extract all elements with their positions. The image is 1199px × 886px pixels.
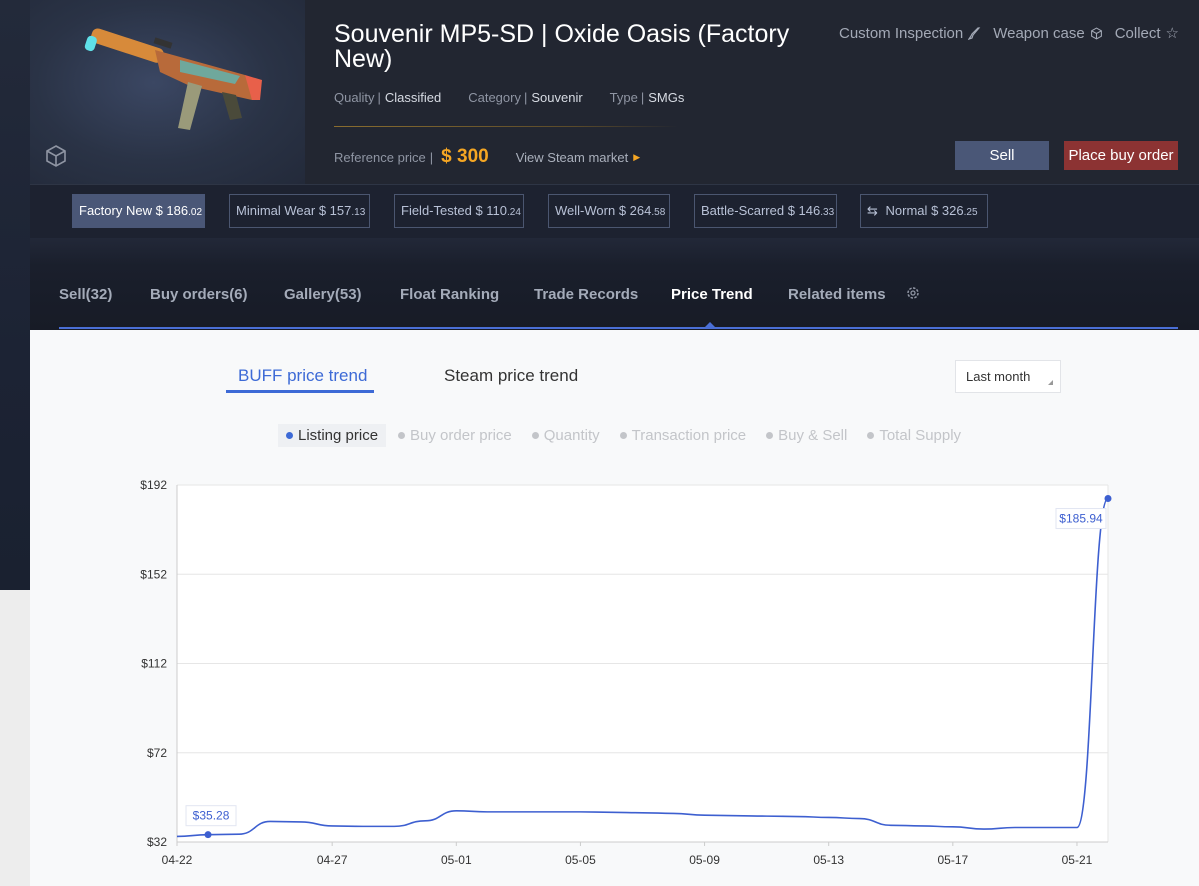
data-label: $35.28 — [193, 809, 230, 823]
data-label: $185.94 — [1059, 512, 1103, 526]
data-point — [204, 831, 212, 839]
data-point — [1104, 495, 1112, 503]
x-tick-label: 05-09 — [689, 853, 720, 867]
price-trend-chart[interactable]: $32 $72 $112 $152 $192 04-22 04-27 05-01 05-05 05… — [0, 0, 1199, 886]
y-tick-label: $192 — [140, 478, 167, 492]
x-tick-label: 04-27 — [317, 853, 348, 867]
y-tick-label: $152 — [140, 567, 167, 581]
y-tick-label: $112 — [141, 657, 167, 671]
x-tick-label: 05-21 — [1062, 853, 1093, 867]
y-tick-label: $32 — [147, 835, 167, 849]
x-tick-label: 04-22 — [162, 853, 193, 867]
y-tick-label: $72 — [147, 746, 167, 760]
x-tick-label: 05-13 — [813, 853, 844, 867]
x-tick-label: 05-05 — [565, 853, 596, 867]
x-tick-label: 05-17 — [937, 853, 968, 867]
x-tick-label: 05-01 — [441, 853, 472, 867]
